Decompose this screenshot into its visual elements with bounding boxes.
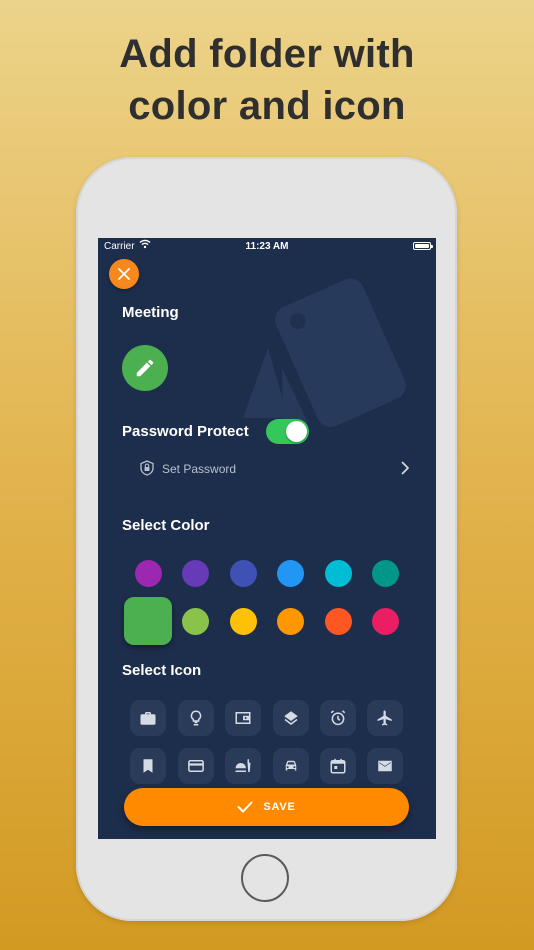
icon-option-calendar[interactable] — [320, 748, 356, 784]
status-time: 11:23 AM — [245, 241, 289, 252]
battery-icon — [413, 242, 433, 250]
wallet-icon — [235, 712, 251, 724]
icon-option-car[interactable] — [273, 748, 309, 784]
car-icon — [285, 760, 297, 771]
layers-icon — [284, 711, 298, 725]
icon-option-alarm[interactable] — [320, 700, 356, 736]
status-bar: Carrier 11:23 AM — [98, 238, 436, 256]
app-screen: Carrier 11:23 AM Meeting Password Protec… — [98, 238, 436, 839]
icon-option-restaurant[interactable] — [225, 748, 261, 784]
select-icon-title: Select Icon — [122, 662, 202, 679]
color-swatch-amber[interactable] — [230, 608, 257, 635]
icon-option-layers[interactable] — [273, 700, 309, 736]
alarm-icon — [330, 710, 346, 726]
icon-option-lightbulb[interactable] — [178, 700, 214, 736]
password-protect-label: Password Protect — [122, 423, 249, 440]
color-swatch-blue[interactable] — [277, 560, 304, 587]
icon-option-bookmark[interactable] — [130, 748, 166, 784]
headline: Add folder with color and icon — [0, 28, 534, 132]
bookmark-icon — [143, 759, 153, 773]
set-password-row[interactable]: Set Password — [140, 458, 410, 480]
folder-icon-preview[interactable] — [122, 345, 168, 391]
color-swatch-deep-orange[interactable] — [325, 608, 352, 635]
color-swatch-cyan[interactable] — [325, 560, 352, 587]
close-icon — [118, 268, 130, 280]
save-label: SAVE — [263, 801, 296, 813]
airplane-icon — [377, 710, 392, 726]
credit-card-icon — [188, 760, 204, 772]
set-password-label: Set Password — [162, 462, 237, 476]
briefcase-icon — [140, 712, 156, 725]
color-swatch-light-green[interactable] — [182, 608, 209, 635]
color-swatch-indigo[interactable] — [230, 560, 257, 587]
home-button[interactable] — [241, 854, 289, 902]
select-color-title: Select Color — [122, 517, 210, 534]
color-swatch-pink[interactable] — [372, 608, 399, 635]
color-swatch-deep-purple[interactable] — [182, 560, 209, 587]
headline-line-2: color and icon — [128, 84, 406, 128]
icon-option-credit-card[interactable] — [178, 748, 214, 784]
icon-option-airplane[interactable] — [367, 700, 403, 736]
password-protect-toggle[interactable] — [266, 419, 309, 444]
color-swatch-green-selected[interactable] — [124, 597, 172, 645]
lightbulb-icon — [190, 710, 202, 726]
restaurant-icon — [235, 759, 251, 772]
close-button[interactable] — [109, 259, 139, 289]
headline-line-1: Add folder with — [119, 32, 415, 76]
folder-name-field[interactable]: Meeting — [122, 304, 179, 321]
save-button[interactable]: SAVE — [124, 788, 409, 826]
color-swatch-orange[interactable] — [277, 608, 304, 635]
pencil-icon — [136, 359, 154, 377]
calendar-icon — [330, 758, 346, 774]
checkmark-icon — [237, 801, 253, 813]
icon-option-briefcase[interactable] — [130, 700, 166, 736]
icon-option-wallet[interactable] — [225, 700, 261, 736]
color-swatch-purple[interactable] — [135, 560, 162, 587]
lock-shield-icon — [140, 460, 154, 476]
mail-icon — [378, 760, 392, 772]
chevron-right-icon — [401, 461, 409, 475]
icon-option-mail[interactable] — [367, 748, 403, 784]
toggle-knob — [286, 421, 307, 442]
color-swatch-teal[interactable] — [372, 560, 399, 587]
